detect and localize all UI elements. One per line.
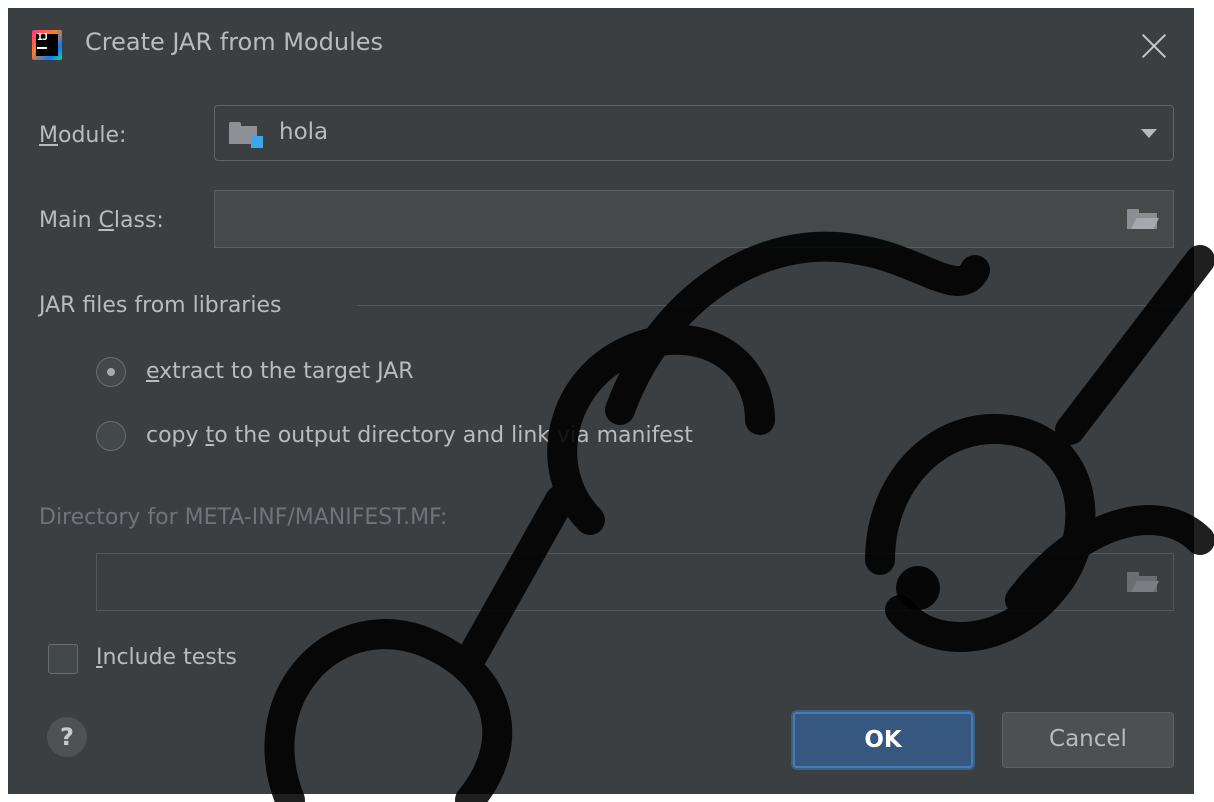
manifest-directory-field[interactable] [96,553,1174,611]
app-icon-text: IJ [37,32,48,43]
help-button[interactable]: ? [47,717,87,757]
include-tests-label[interactable]: Include tests [96,645,237,670]
extract-option-label[interactable]: extract to the target JAR [146,359,414,384]
module-combobox[interactable]: hola [214,105,1174,161]
copy-radio[interactable] [96,421,126,451]
module-value: hola [279,119,329,145]
close-icon[interactable] [1134,26,1174,66]
title-bar: IJ Create JAR from Modules [8,8,1194,84]
manifest-directory-label: Directory for META-INF/MANIFEST.MF: [39,505,448,530]
browse-folder-icon[interactable] [1127,209,1159,231]
copy-option-label[interactable]: copy to the output directory and link vi… [146,423,693,448]
dialog-title: Create JAR from Modules [85,28,384,56]
cancel-button[interactable]: Cancel [1002,712,1174,768]
extract-radio[interactable] [96,357,126,387]
main-class-field[interactable] [214,190,1174,248]
browse-manifest-folder-icon[interactable] [1127,572,1159,594]
intellij-idea-icon: IJ [32,30,62,60]
include-tests-checkbox[interactable] [48,644,78,674]
module-label-rest: odule: [57,123,127,148]
section-separator [357,305,1183,306]
chevron-down-icon[interactable] [1141,129,1157,138]
main-class-label: Main Class: [39,208,164,233]
radio-selected-dot [107,368,115,376]
module-folder-icon [229,122,263,148]
ok-button[interactable]: OK [793,712,973,768]
libraries-section-label: JAR files from libraries [39,293,282,318]
create-jar-dialog: IJ Create JAR from Modules Module: hola … [8,8,1194,794]
module-label: Module: [39,123,127,148]
